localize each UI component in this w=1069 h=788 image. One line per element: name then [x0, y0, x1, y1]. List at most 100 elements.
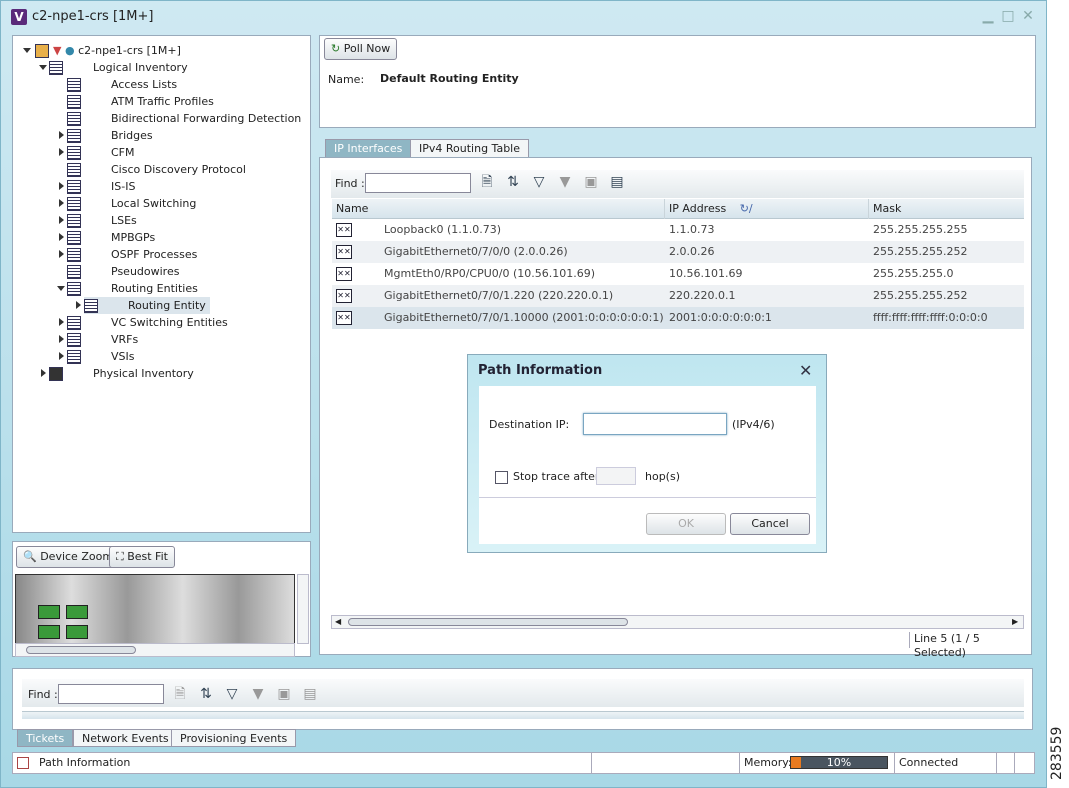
tree-item-routing-entities[interactable]: Routing Entities: [67, 280, 198, 297]
tab-provisioning-events[interactable]: Provisioning Events: [171, 729, 297, 747]
tree-item-mpbgps[interactable]: MPBGPs: [67, 229, 155, 246]
device-icon: [35, 44, 49, 58]
collapsed-arrow-icon[interactable]: [59, 233, 64, 241]
table-row-selected[interactable]: ✕✕ GigabitEthernet0/7/0/1.10000 (2001:0:…: [332, 307, 1024, 329]
collapsed-arrow-icon[interactable]: [76, 301, 81, 309]
collapsed-arrow-icon[interactable]: [59, 199, 64, 207]
cell-ip: 220.220.0.1: [669, 289, 736, 302]
card-slot[interactable]: [66, 605, 88, 619]
overview-hscroll[interactable]: [15, 643, 295, 657]
destination-ip-input[interactable]: [583, 413, 727, 435]
tree-item-lses[interactable]: LSEs: [67, 212, 137, 229]
list-icon: [67, 180, 81, 194]
collapsed-arrow-icon[interactable]: [59, 148, 64, 156]
maximize-icon[interactable]: □: [1000, 8, 1016, 24]
tree-item-local-switching[interactable]: Local Switching: [67, 195, 196, 212]
cancel-button[interactable]: Cancel: [730, 513, 810, 535]
columns-icon[interactable]: ▤: [302, 686, 318, 702]
expand-arrow-icon[interactable]: [39, 65, 47, 70]
chassis-image[interactable]: [15, 574, 295, 644]
ok-button[interactable]: OK: [646, 513, 726, 535]
collapsed-arrow-icon[interactable]: [59, 131, 64, 139]
table-row[interactable]: ✕✕ Loopback0 (1.1.0.73) 1.1.0.73 255.255…: [332, 219, 1024, 241]
sort-icon[interactable]: ⇅: [198, 686, 214, 702]
columns-icon[interactable]: ▤: [609, 174, 625, 190]
poll-now-button[interactable]: ↻ Poll Now: [324, 38, 398, 60]
minimize-icon[interactable]: ▁: [980, 8, 996, 24]
memory-bar: 10%: [790, 756, 888, 769]
collapsed-arrow-icon[interactable]: [59, 318, 64, 326]
filter-icon[interactable]: ▽: [224, 686, 240, 702]
table-hscroll[interactable]: ◀ ▶: [331, 615, 1024, 629]
table-row[interactable]: ✕✕ MgmtEth0/RP0/CPU0/0 (10.56.101.69) 10…: [332, 263, 1024, 285]
scroll-left-icon[interactable]: ◀: [335, 617, 341, 626]
find-input[interactable]: [365, 173, 471, 193]
stop-trace-checkbox[interactable]: [495, 471, 508, 484]
save-icon[interactable]: 🗎: [479, 174, 495, 190]
column-header-name[interactable]: Name: [332, 199, 665, 219]
tree-root[interactable]: ▼ ● c2-npe1-crs [1M+]: [35, 42, 181, 59]
tree-item-vrfs[interactable]: VRFs: [67, 331, 138, 348]
best-fit-label: Best Fit: [127, 550, 168, 563]
tree-item-logical-inventory[interactable]: Logical Inventory: [49, 59, 188, 76]
advanced-filter-icon[interactable]: ▼: [250, 686, 266, 702]
clear-filter-icon[interactable]: ▣: [583, 174, 599, 190]
tree-item-ospf[interactable]: OSPF Processes: [67, 246, 197, 263]
card-slot[interactable]: [38, 625, 60, 639]
find-label: Find :: [335, 177, 365, 190]
overview-vscroll[interactable]: [297, 574, 309, 644]
dialog-close-icon[interactable]: ✕: [799, 361, 812, 380]
tree-item-physical-inventory[interactable]: Physical Inventory: [49, 365, 194, 382]
scroll-thumb[interactable]: [348, 618, 628, 626]
device-zoom-button[interactable]: 🔍 Device Zoom: [16, 546, 121, 568]
column-header-ip-address[interactable]: IP Address ↻∕: [665, 199, 869, 219]
list-icon: [67, 214, 81, 228]
tab-ip-interfaces[interactable]: IP Interfaces: [325, 139, 412, 157]
cell-ip: 1.1.0.73: [669, 223, 715, 236]
collapsed-arrow-icon[interactable]: [59, 182, 64, 190]
column-header-mask[interactable]: Mask: [869, 199, 1024, 219]
tree-item-bridges[interactable]: Bridges: [67, 127, 153, 144]
cell-mask: 255.255.255.252: [873, 245, 968, 258]
card-slot[interactable]: [66, 625, 88, 639]
best-fit-button[interactable]: ⛶ Best Fit: [109, 546, 175, 568]
collapsed-arrow-icon[interactable]: [59, 352, 64, 360]
sort-icon[interactable]: ⇅: [505, 174, 521, 190]
tree-item-routing-entity[interactable]: Routing Entity: [84, 297, 210, 314]
collapsed-arrow-icon[interactable]: [59, 216, 64, 224]
collapsed-arrow-icon[interactable]: [59, 335, 64, 343]
events-find-input[interactable]: [58, 684, 164, 704]
tree-item-vc-switching[interactable]: VC Switching Entities: [67, 314, 228, 331]
tab-network-events[interactable]: Network Events: [73, 729, 178, 747]
tree-item-access-lists[interactable]: Access Lists: [67, 76, 177, 93]
status-message: Path Information: [13, 753, 592, 773]
tree-item-label: Local Switching: [111, 197, 197, 210]
tree-item-is-is[interactable]: IS-IS: [67, 178, 135, 195]
tree-item-atm-traffic-profiles[interactable]: ATM Traffic Profiles: [67, 93, 214, 110]
expand-arrow-icon[interactable]: [23, 48, 31, 53]
clear-filter-icon[interactable]: ▣: [276, 686, 292, 702]
save-icon[interactable]: 🗎: [172, 686, 188, 702]
table-row[interactable]: ✕✕ GigabitEthernet0/7/0/1.220 (220.220.0…: [332, 285, 1024, 307]
tree-item-label: LSEs: [111, 214, 137, 227]
tree-item-vsis[interactable]: VSIs: [67, 348, 134, 365]
connection-status: Connected: [895, 753, 997, 773]
tree-item-pseudowires[interactable]: Pseudowires: [67, 263, 179, 280]
advanced-filter-icon[interactable]: ▼: [557, 174, 573, 190]
close-icon[interactable]: ✕: [1020, 8, 1036, 24]
collapsed-arrow-icon[interactable]: [59, 250, 64, 258]
memory-label: Memory:: [744, 756, 792, 769]
collapsed-arrow-icon[interactable]: [41, 369, 46, 377]
scroll-thumb[interactable]: [26, 646, 136, 654]
expand-arrow-icon[interactable]: [57, 286, 65, 291]
card-slot[interactable]: [38, 605, 60, 619]
table-row[interactable]: ✕✕ GigabitEthernet0/7/0/0 (2.0.0.26) 2.0…: [332, 241, 1024, 263]
cell-ip: 2.0.0.26: [669, 245, 715, 258]
tree-item-cdp[interactable]: Cisco Discovery Protocol: [67, 161, 246, 178]
tree-item-bfd[interactable]: Bidirectional Forwarding Detection: [67, 110, 301, 127]
filter-icon[interactable]: ▽: [531, 174, 547, 190]
tab-ipv4-routing-table[interactable]: IPv4 Routing Table: [410, 139, 529, 157]
tab-tickets[interactable]: Tickets: [17, 729, 74, 747]
scroll-right-icon[interactable]: ▶: [1012, 617, 1018, 626]
tree-item-cfm[interactable]: CFM: [67, 144, 135, 161]
